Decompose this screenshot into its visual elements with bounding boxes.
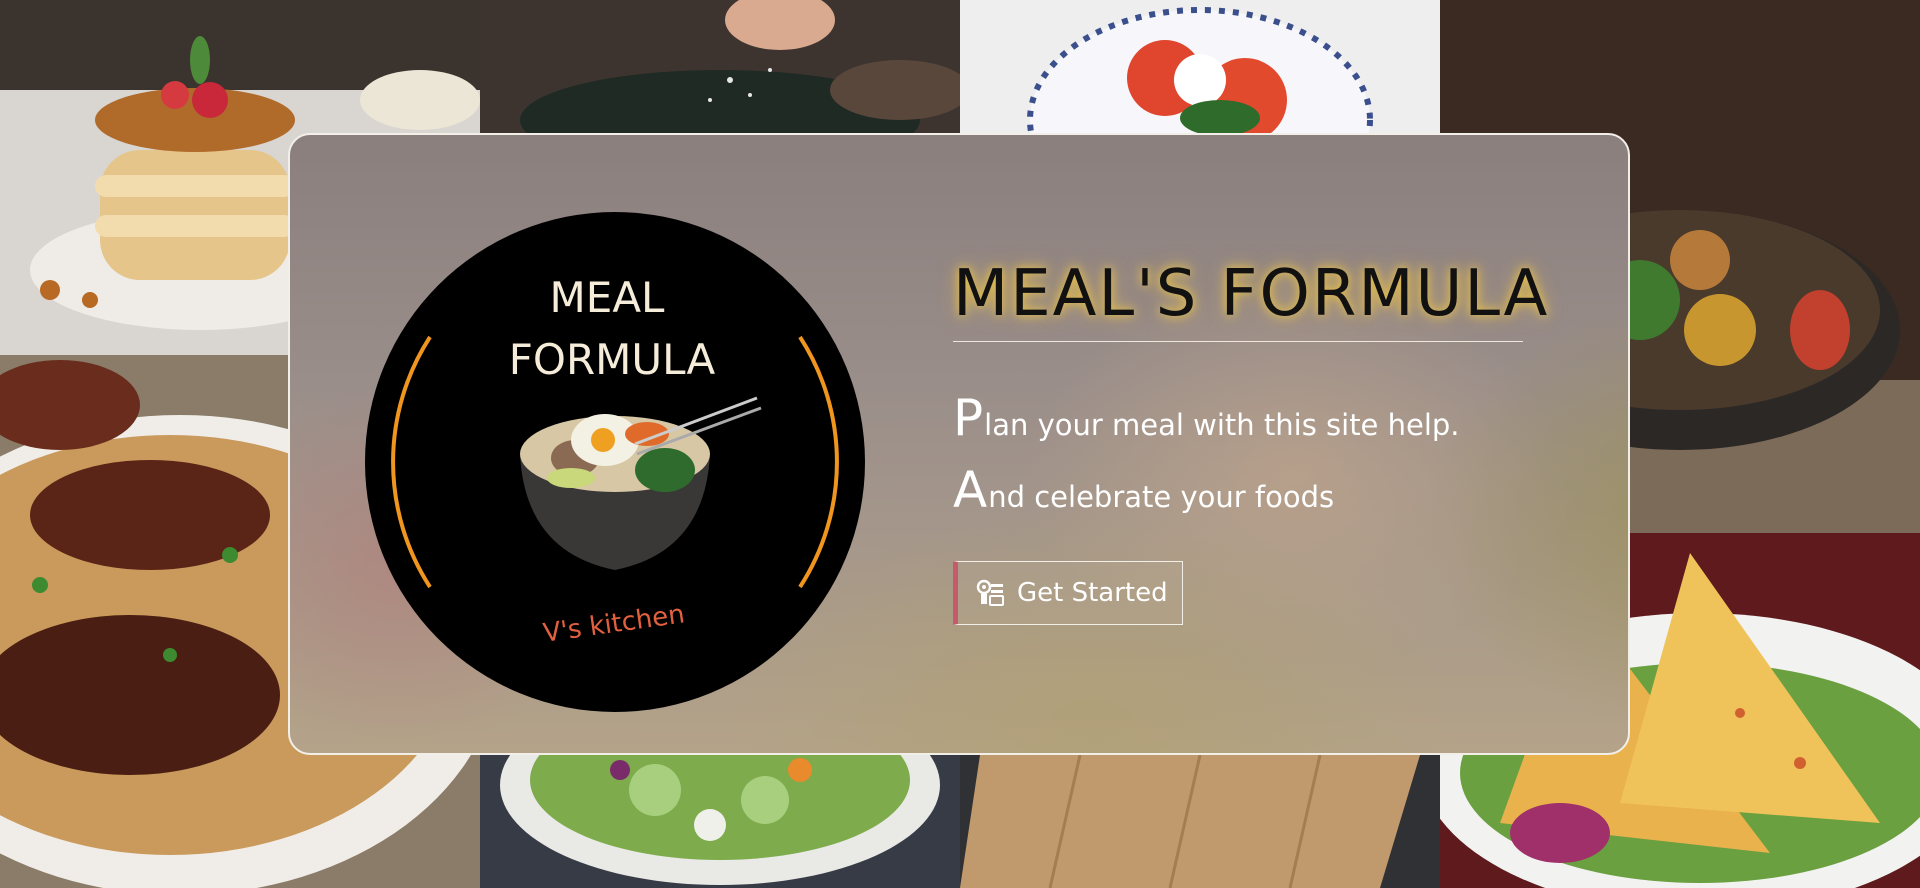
get-started-label: Get Started (1017, 578, 1168, 608)
tagline-plan-text: lan your meal with this site help. (984, 408, 1460, 442)
seasoning-photo (480, 0, 960, 133)
tagline-plan: Plan your meal with this site help. (953, 389, 1460, 447)
logo-title-line1: MEAL (550, 273, 666, 322)
hero-card: MEAL FORMULA V's kitchen MEAL'S FORMULA … (288, 133, 1630, 755)
hero-title: MEAL'S FORMULA (953, 257, 1550, 331)
title-divider (953, 341, 1523, 342)
tagline-plan-initial: P (953, 389, 984, 447)
salad-bowl-photo (480, 755, 960, 888)
caprese-plate-photo (960, 0, 1440, 133)
tagline-celebrate-initial: A (953, 461, 988, 519)
get-started-button[interactable]: Get Started (953, 561, 1183, 625)
logo-title-line2: FORMULA (509, 335, 716, 384)
tagline-celebrate-text: nd celebrate your foods (988, 480, 1335, 514)
cutting-board-photo (960, 755, 1440, 888)
tagline-celebrate: And celebrate your foods (953, 461, 1334, 519)
recipe-card-icon (975, 578, 1005, 608)
brand-logo: MEAL FORMULA V's kitchen (365, 212, 865, 712)
